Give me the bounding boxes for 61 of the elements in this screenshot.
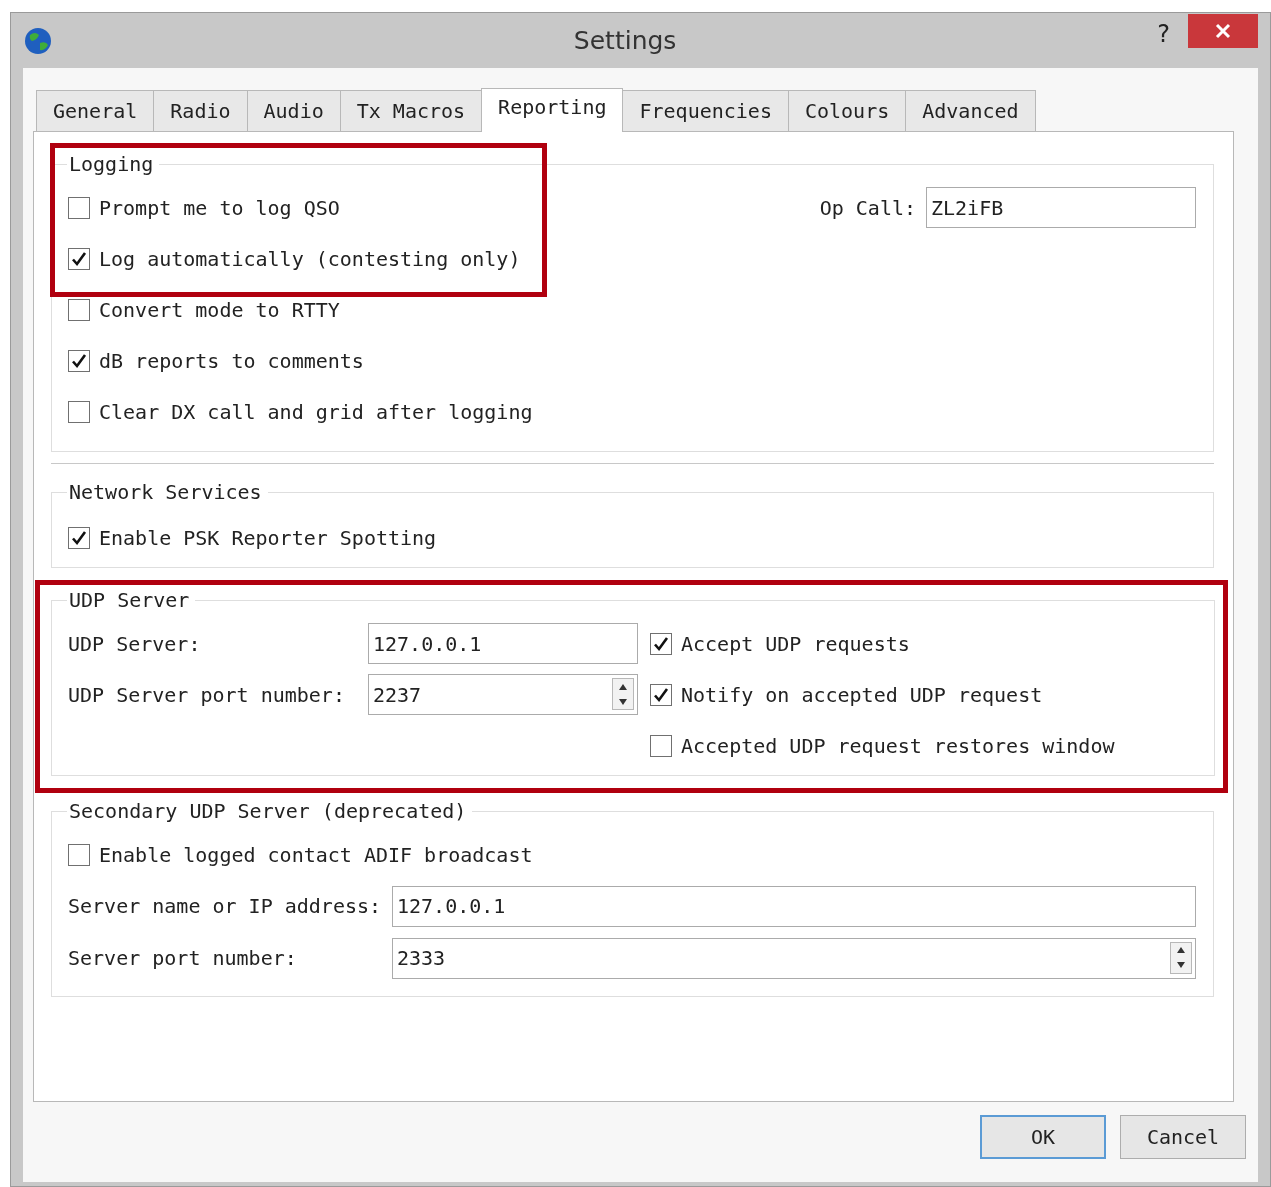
tab[interactable]: Colours	[787, 90, 907, 132]
spin-down-button[interactable]	[613, 694, 633, 709]
dialog-button[interactable]: OK	[980, 1115, 1106, 1159]
checkmark-icon	[71, 352, 87, 369]
spin-field[interactable]: 2237	[368, 674, 638, 715]
checkbox-label: Clear DX call and grid after logging	[99, 399, 533, 424]
checkbox[interactable]	[68, 526, 90, 549]
tab[interactable]: General	[36, 90, 155, 132]
down-arrow-icon	[619, 698, 627, 705]
spin-field[interactable]: 2333	[392, 937, 1196, 979]
checkmark-icon	[71, 250, 87, 267]
checkbox-label: Convert mode to RTTY	[99, 297, 340, 322]
checkbox-label: Enable logged contact ADIF broadcast	[99, 842, 533, 867]
input-field[interactable]: 127.0.0.1	[368, 623, 638, 664]
checkbox[interactable]	[68, 196, 90, 219]
input-field[interactable]: ZL2iFB	[926, 187, 1196, 228]
checkbox[interactable]	[68, 843, 90, 866]
field-label: Op Call:	[819, 195, 916, 220]
tab[interactable]: Advanced	[905, 90, 1036, 132]
checkmark-icon	[653, 635, 669, 652]
tab[interactable]: Reporting	[481, 88, 624, 132]
spin-up-button[interactable]	[613, 679, 633, 694]
tab[interactable]: Tx Macros	[339, 90, 483, 132]
input-field[interactable]: 127.0.0.1	[392, 885, 1196, 927]
close-button[interactable]	[1188, 13, 1258, 48]
checkbox[interactable]	[68, 247, 90, 270]
tab[interactable]: Frequencies	[622, 90, 789, 132]
field-label: Server port number:	[68, 946, 297, 970]
checkbox[interactable]	[68, 298, 90, 321]
checkbox-label: Accept UDP requests	[681, 631, 910, 656]
checkmark-icon	[653, 686, 669, 703]
tab[interactable]: Radio	[153, 90, 248, 132]
checkbox[interactable]	[650, 683, 672, 706]
globe-icon	[23, 25, 53, 56]
checkbox-label: Enable PSK Reporter Spotting	[99, 525, 437, 550]
checkmark-icon	[71, 529, 87, 546]
group-title: Network Services	[68, 480, 263, 504]
field-label: UDP Server port number:	[68, 682, 345, 707]
checkbox[interactable]	[650, 734, 672, 757]
spin-up-button[interactable]	[1171, 942, 1191, 958]
checkbox-label: Log automatically (contesting only)	[99, 246, 521, 271]
up-arrow-icon	[1177, 947, 1185, 953]
checkbox-label: dB reports to comments	[99, 348, 364, 373]
tab[interactable]: Audio	[246, 90, 341, 132]
up-arrow-icon	[619, 683, 627, 690]
close-icon	[1215, 22, 1231, 39]
help-button[interactable]: ?	[1157, 19, 1170, 48]
window-title: Settings	[572, 26, 678, 55]
group-title: UDP Server	[68, 588, 191, 612]
checkbox[interactable]	[650, 632, 672, 655]
checkbox-label: Notify on accepted UDP request	[681, 682, 1043, 707]
group-title: Secondary UDP Server (deprecated)	[68, 799, 468, 823]
checkbox-label: Prompt me to log QSO	[99, 195, 340, 220]
dialog-button[interactable]: Cancel	[1120, 1115, 1246, 1159]
group-title: Logging	[68, 152, 155, 176]
field-label: Server name or IP address:	[68, 894, 382, 918]
checkbox[interactable]	[68, 349, 90, 372]
down-arrow-icon	[1177, 962, 1185, 968]
field-label: UDP Server:	[68, 631, 201, 656]
checkbox-label: Accepted UDP request restores window	[681, 733, 1115, 758]
checkbox[interactable]	[68, 400, 90, 423]
